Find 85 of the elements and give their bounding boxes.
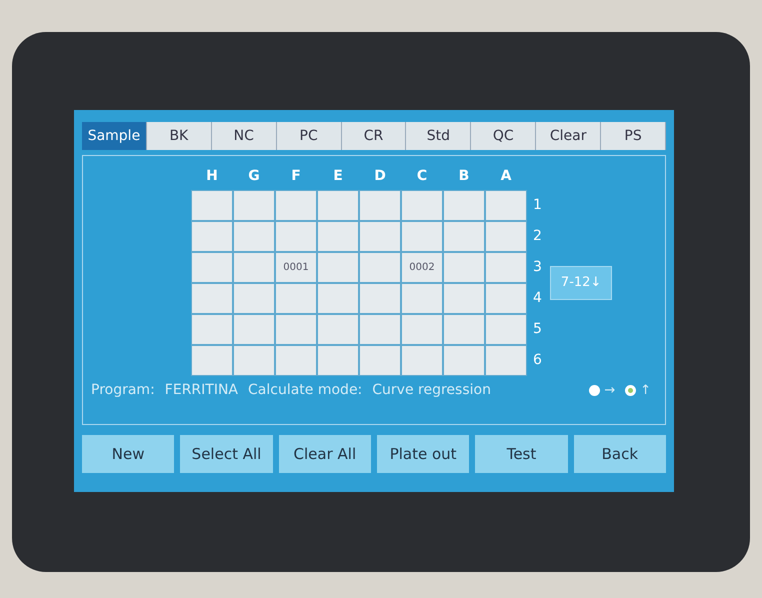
action-button[interactable]: Test [475, 435, 568, 473]
well-cell[interactable] [317, 221, 359, 252]
well-cell[interactable] [233, 190, 275, 221]
well-cell[interactable] [317, 283, 359, 314]
tab[interactable]: PS [601, 122, 666, 150]
well-cell[interactable] [317, 252, 359, 283]
tab[interactable]: PC [276, 122, 342, 150]
row-label: 5 [533, 320, 542, 339]
row-label: 3 [533, 258, 542, 277]
well-cell[interactable] [485, 221, 527, 252]
well-cell[interactable] [401, 190, 443, 221]
well-cell[interactable] [191, 252, 233, 283]
well-cell[interactable] [359, 283, 401, 314]
well-cell[interactable] [233, 252, 275, 283]
calculate-mode-label: Calculate mode: [248, 381, 362, 400]
well-cell[interactable] [443, 252, 485, 283]
program-label: Program: [91, 381, 155, 400]
column-label: F [290, 167, 302, 186]
column-label: C [416, 167, 428, 186]
well-cell[interactable] [485, 252, 527, 283]
radio-button[interactable] [625, 385, 636, 396]
radio-button[interactable] [589, 385, 600, 396]
action-button[interactable]: Select All [180, 435, 273, 473]
well-cell[interactable] [233, 283, 275, 314]
column-label: B [458, 167, 470, 186]
column-label: D [373, 167, 387, 186]
well-cell[interactable] [275, 345, 317, 376]
tab[interactable]: Std [406, 122, 472, 150]
column-label: E [332, 167, 344, 186]
well-cell[interactable] [401, 283, 443, 314]
well-cell[interactable] [485, 190, 527, 221]
well-cell[interactable] [359, 252, 401, 283]
arrow-label: ↑ [640, 382, 651, 400]
column-label: H [205, 167, 219, 186]
well-cell[interactable] [191, 314, 233, 345]
well-cell[interactable] [401, 345, 443, 376]
well-cell[interactable] [485, 283, 527, 314]
calculate-mode-value: Curve regression [372, 381, 491, 400]
tab[interactable]: QC [471, 122, 536, 150]
well-cell[interactable] [275, 221, 317, 252]
action-button[interactable]: Plate out [376, 435, 470, 473]
well-cell[interactable] [191, 283, 233, 314]
well-cell[interactable] [443, 345, 485, 376]
tab[interactable]: BK [146, 122, 212, 150]
well-cell[interactable] [233, 314, 275, 345]
well-cell[interactable] [275, 283, 317, 314]
well-cell[interactable] [359, 345, 401, 376]
well-cell[interactable] [317, 314, 359, 345]
well-cell[interactable] [443, 221, 485, 252]
column-label: G [247, 167, 261, 186]
tab[interactable]: CR [342, 122, 406, 150]
well-cell[interactable] [443, 283, 485, 314]
well-cell[interactable] [359, 190, 401, 221]
row-label: 4 [533, 289, 542, 308]
action-button[interactable]: New [82, 435, 174, 473]
well-cell[interactable] [359, 314, 401, 345]
well-cell[interactable] [317, 190, 359, 221]
well-cell[interactable] [443, 190, 485, 221]
well-cell[interactable] [485, 314, 527, 345]
action-button[interactable]: Clear All [278, 435, 371, 473]
well-cell[interactable] [191, 345, 233, 376]
well-cell[interactable] [317, 345, 359, 376]
well-cell[interactable]: 0001 [275, 252, 317, 283]
well-cell[interactable] [401, 221, 443, 252]
well-cell[interactable] [485, 345, 527, 376]
row-label: 2 [533, 227, 542, 246]
well-cell[interactable]: 0002 [401, 252, 443, 283]
well-cell[interactable] [191, 221, 233, 252]
well-cell[interactable] [359, 221, 401, 252]
column-label: A [500, 167, 512, 186]
program-name: FERRITINA [164, 381, 238, 400]
row-label: 6 [533, 351, 542, 370]
well-cell[interactable] [275, 314, 317, 345]
tab[interactable]: NC [212, 122, 277, 150]
well-cell[interactable] [401, 314, 443, 345]
well-cell[interactable] [443, 314, 485, 345]
well-cell[interactable] [233, 345, 275, 376]
action-button[interactable]: Back [574, 435, 666, 473]
well-cell[interactable] [191, 190, 233, 221]
row-label: 1 [533, 196, 542, 215]
well-cell[interactable] [275, 190, 317, 221]
tab[interactable]: Sample [82, 122, 147, 150]
well-cell[interactable] [233, 221, 275, 252]
arrow-label: → [604, 382, 616, 400]
tab[interactable]: Clear [536, 122, 602, 150]
